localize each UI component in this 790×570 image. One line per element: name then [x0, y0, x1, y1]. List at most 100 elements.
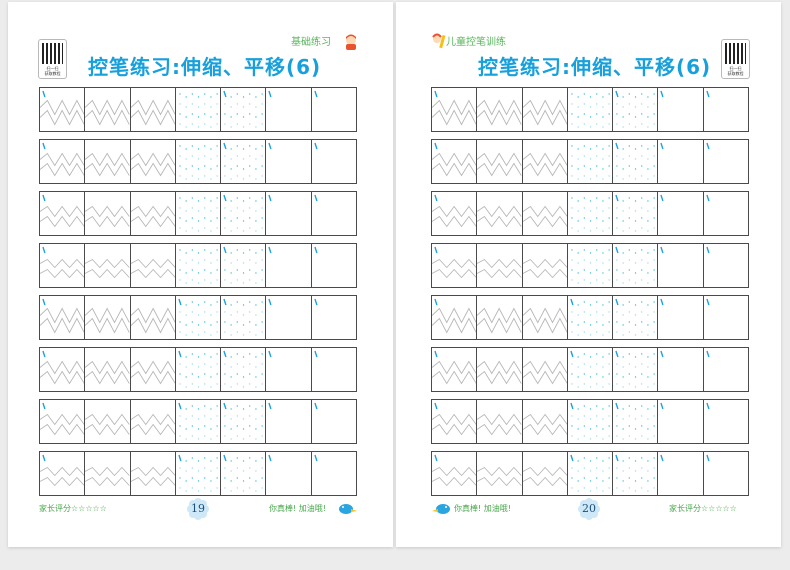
trace-dot	[224, 175, 226, 177]
practice-row	[431, 243, 749, 288]
trace-dot	[216, 227, 218, 229]
trace-dot	[236, 321, 239, 323]
wave-line	[477, 215, 522, 228]
trace-dot	[203, 383, 206, 385]
trace-dot	[236, 353, 239, 355]
trace-dot	[210, 304, 212, 306]
trace-dot	[622, 178, 624, 180]
trace-dot	[249, 123, 251, 125]
practice-cell-solid-wave	[40, 140, 85, 183]
trace-dot	[203, 467, 206, 469]
trace-dot	[224, 279, 226, 281]
trace-dot	[236, 249, 239, 251]
trace-dot	[255, 200, 257, 202]
trace-dot	[210, 314, 212, 316]
trace-dot	[255, 428, 257, 430]
trace-dot	[230, 366, 232, 368]
trace-dot	[197, 96, 200, 98]
trace-dot	[622, 158, 624, 160]
trace-dot	[628, 249, 631, 251]
trace-dot	[236, 425, 239, 427]
wave-line	[522, 476, 567, 487]
trace-dot	[583, 207, 585, 209]
trace-dot	[210, 272, 212, 274]
trace-dot	[261, 175, 263, 177]
trace-dot	[577, 178, 579, 180]
trace-dot	[261, 269, 263, 271]
practice-cell-solid-wave	[432, 88, 477, 131]
start-mark	[178, 454, 182, 462]
trace-dot	[616, 227, 618, 229]
trace-dot	[589, 168, 592, 170]
trace-dot	[197, 408, 200, 410]
start-mark	[268, 142, 272, 150]
trace-dot	[179, 415, 181, 417]
wave-line	[477, 109, 522, 126]
trace-dot	[224, 311, 226, 313]
wave-line	[522, 370, 567, 385]
trace-dot	[647, 252, 649, 254]
trace-dot	[577, 106, 579, 108]
trace-dot	[216, 207, 218, 209]
trace-dot	[577, 126, 579, 128]
wave-line	[432, 476, 477, 487]
qr-code[interactable]: 扫一扫 获取教程	[38, 39, 67, 79]
trace-dot	[249, 405, 251, 407]
practice-cell-blank	[265, 88, 310, 131]
start-mark	[615, 90, 619, 98]
trace-dot	[242, 158, 245, 160]
practice-cell-blank	[310, 400, 356, 443]
wave-line	[85, 317, 130, 334]
trace-dot	[641, 321, 643, 323]
trace-dot	[224, 207, 226, 209]
trace-dot	[236, 435, 239, 437]
trace-dot	[249, 259, 251, 261]
trace-dot	[616, 217, 618, 219]
practice-cell-solid-wave	[432, 140, 477, 183]
trace-dot	[210, 168, 212, 170]
trace-dot	[583, 353, 585, 355]
trace-dot	[628, 269, 631, 271]
trace-dot	[216, 165, 218, 167]
trace-dot	[216, 197, 218, 199]
trace-dot	[191, 487, 193, 489]
trace-dot	[608, 123, 610, 125]
practice-cell-solid-wave	[40, 348, 85, 391]
trace-dot	[261, 301, 263, 303]
trace-dot	[589, 366, 592, 368]
trace-dot	[571, 197, 573, 199]
trace-dot	[236, 477, 239, 479]
start-mark	[705, 402, 710, 410]
trace-dot	[641, 93, 643, 95]
trace-dot	[224, 487, 226, 489]
trace-dot	[634, 324, 637, 326]
practice-cell-solid-wave	[129, 244, 175, 287]
trace-dot	[216, 425, 218, 427]
wave-line	[85, 476, 130, 487]
trace-dot	[197, 282, 200, 284]
trace-dot	[236, 269, 239, 271]
trace-dot	[653, 331, 655, 333]
trace-dot	[602, 460, 604, 462]
trace-dot	[628, 373, 631, 375]
trace-dot	[179, 155, 181, 157]
trace-dot	[602, 418, 604, 420]
start-mark	[434, 350, 438, 358]
trace-dot	[608, 259, 610, 261]
trace-dot	[230, 200, 232, 202]
trace-dot	[589, 408, 592, 410]
trace-dot	[255, 158, 257, 160]
qr-code[interactable]: 扫一扫 获取教程	[721, 39, 750, 79]
trace-dot	[185, 418, 187, 420]
trace-dot	[203, 269, 206, 271]
trace-dot	[653, 249, 655, 251]
trace-dot	[595, 425, 598, 427]
trace-dot	[230, 148, 232, 150]
trace-dot	[653, 311, 655, 313]
practice-cell-blank	[702, 348, 748, 391]
trace-dot	[236, 467, 239, 469]
trace-dot	[589, 418, 592, 420]
trace-dot	[608, 175, 610, 177]
practice-grid	[39, 87, 357, 503]
trace-dot	[634, 116, 637, 118]
